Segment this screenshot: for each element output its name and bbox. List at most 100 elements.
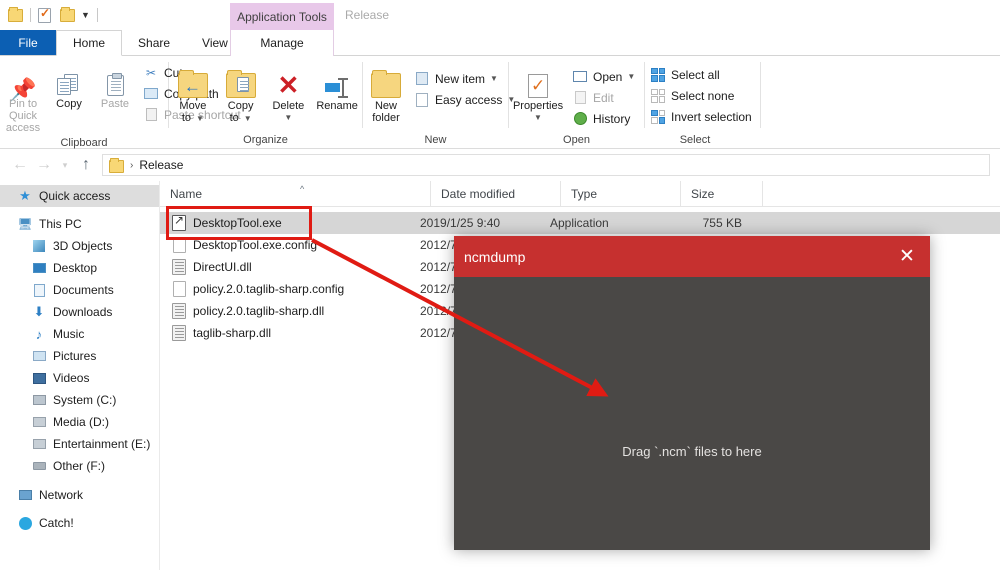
contextual-tab-application-tools: Application Tools — [230, 3, 334, 30]
folder-icon[interactable] — [8, 6, 23, 22]
exe-icon — [170, 213, 188, 231]
back-button[interactable]: ← — [8, 156, 32, 174]
sidebar-label: Quick access — [39, 189, 111, 203]
ribbon-group-label-organize: Organize — [243, 134, 288, 146]
chevron-down-icon[interactable]: ▼ — [196, 114, 204, 123]
sidebar-item-catch[interactable]: Catch! — [0, 512, 159, 534]
breadcrumb-separator: › — [130, 159, 134, 171]
dialog-drop-area[interactable]: Drag `.ncm` files to here — [454, 277, 930, 550]
chevron-down-icon[interactable]: ▼ — [490, 74, 498, 83]
sidebar-item-media-d[interactable]: Media (D:) — [0, 411, 159, 433]
column-header-size[interactable]: Size — [680, 180, 762, 207]
easy-access-icon — [413, 92, 431, 107]
select-all-icon — [649, 67, 667, 82]
config-icon — [170, 281, 188, 297]
copy-icon — [57, 62, 81, 96]
sidebar-item-music[interactable]: ♪ Music — [0, 323, 159, 345]
folder-icon — [109, 157, 124, 173]
ribbon-group-new: New folder New item ▼ Easy access ▼ New — [363, 56, 515, 149]
new-folder-icon[interactable] — [60, 6, 75, 22]
sidebar-item-pictures[interactable]: Pictures — [0, 345, 159, 367]
contextual-tab-label: Application Tools — [237, 9, 327, 24]
column-header-type[interactable]: Type — [560, 180, 680, 207]
breadcrumb-release[interactable]: Release — [139, 158, 183, 172]
new-folder-label: New folder — [372, 100, 400, 124]
desktop-icon — [30, 263, 48, 273]
sidebar-item-this-pc[interactable]: 🖥 This PC — [0, 213, 159, 235]
select-commands: Select all Select none Invert selection — [645, 62, 756, 127]
properties-icon: ✓ — [528, 64, 548, 98]
chevron-down-icon[interactable]: ▼ — [244, 114, 252, 123]
tab-manage[interactable]: Manage — [230, 30, 334, 56]
move-to-icon: ← — [177, 64, 208, 98]
column-header-name[interactable]: Name ^ — [160, 181, 430, 207]
file-date-cell: 2019/1/25 9:40 — [420, 216, 501, 230]
properties-icon[interactable] — [38, 6, 51, 23]
sidebar-item-3d-objects[interactable]: 3D Objects — [0, 235, 159, 257]
edit-button[interactable]: Edit — [567, 87, 639, 108]
invert-selection-button[interactable]: Invert selection — [645, 106, 756, 127]
chevron-down-icon[interactable]: ▼ — [284, 112, 292, 124]
pin-to-quick-access-button[interactable]: 📌 Pin to Quick access — [0, 60, 46, 136]
column-header-spacer — [762, 180, 773, 207]
file-type-cell: Application — [550, 216, 609, 230]
select-all-button[interactable]: Select all — [645, 64, 756, 85]
sidebar-label: Pictures — [53, 349, 97, 363]
up-button[interactable]: ↑ — [74, 156, 98, 174]
delete-button[interactable]: ✕ Delete ▼ — [265, 62, 313, 126]
pictures-icon — [30, 351, 48, 361]
sidebar-item-system-c[interactable]: System (C:) — [0, 389, 159, 411]
sidebar-item-quick-access[interactable]: ★ Quick access — [0, 185, 159, 207]
sidebar-item-downloads[interactable]: ⬇ Downloads — [0, 301, 159, 323]
new-item-button[interactable]: New item ▼ — [409, 68, 519, 89]
sidebar-item-documents[interactable]: Documents — [0, 279, 159, 301]
chevron-down-icon[interactable]: ▼ — [627, 72, 635, 81]
sidebar-item-network[interactable]: Network — [0, 484, 159, 506]
downloads-icon: ⬇ — [33, 304, 45, 319]
open-button[interactable]: Open ▼ — [567, 66, 639, 87]
chevron-down-icon[interactable]: ▼ — [534, 112, 542, 124]
music-icon: ♪ — [35, 326, 43, 342]
sidebar-label: Downloads — [53, 305, 113, 319]
properties-button[interactable]: ✓ Properties ▼ — [509, 62, 567, 126]
table-row[interactable]: DesktopTool.exe 2019/1/25 9:40 Applicati… — [160, 212, 1000, 234]
rename-label: Rename — [316, 100, 358, 112]
copy-to-button[interactable]: Copy to ▼ — [217, 62, 265, 127]
history-button[interactable]: History — [567, 108, 639, 129]
sidebar-item-entertainment-e[interactable]: Entertainment (E:) — [0, 433, 159, 455]
new-folder-button[interactable]: New folder — [363, 62, 409, 126]
chevron-down-icon[interactable]: ▼ — [81, 10, 90, 20]
dialog-title-bar[interactable]: ncmdump ✕ — [454, 236, 930, 277]
ribbon-group-organize: ← Move to ▼ Copy to ▼ ✕ Delete ▼ Rename … — [169, 56, 362, 149]
column-header-date-modified[interactable]: Date modified — [430, 180, 560, 207]
copy-button[interactable]: Copy — [46, 60, 92, 112]
sidebar-item-videos[interactable]: Videos — [0, 367, 159, 389]
new-item-icon — [413, 72, 431, 85]
select-none-button[interactable]: Select none — [645, 85, 756, 106]
select-none-icon — [649, 88, 667, 103]
recent-locations-button[interactable]: ▾ — [56, 160, 74, 171]
tab-file[interactable]: File — [0, 30, 56, 55]
close-icon[interactable]: ✕ — [884, 236, 930, 277]
paste-button[interactable]: Paste — [92, 60, 138, 112]
column-headers: Name ^ Date modified Type Size — [160, 180, 1000, 207]
network-icon — [16, 490, 34, 500]
sidebar-item-desktop[interactable]: Desktop — [0, 257, 159, 279]
easy-access-button[interactable]: Easy access ▼ — [409, 89, 519, 110]
sidebar-item-other-f[interactable]: Other (F:) — [0, 455, 159, 477]
drive-icon — [30, 462, 48, 470]
drive-icon — [30, 439, 48, 449]
select-all-label: Select all — [671, 67, 720, 82]
properties-label: Properties — [512, 100, 564, 112]
sidebar-label: Music — [53, 327, 85, 341]
tab-share[interactable]: Share — [122, 30, 187, 55]
move-to-button[interactable]: ← Move to ▼ — [169, 62, 217, 127]
address-input[interactable]: › Release — [102, 154, 990, 176]
drive-icon — [30, 417, 48, 427]
invert-selection-label: Invert selection — [671, 109, 752, 124]
sidebar-label: Other (F:) — [53, 459, 106, 473]
sidebar-label: System (C:) — [53, 393, 117, 407]
tab-home[interactable]: Home — [56, 30, 123, 56]
forward-button[interactable]: → — [32, 156, 56, 174]
rename-button[interactable]: Rename — [312, 62, 362, 114]
